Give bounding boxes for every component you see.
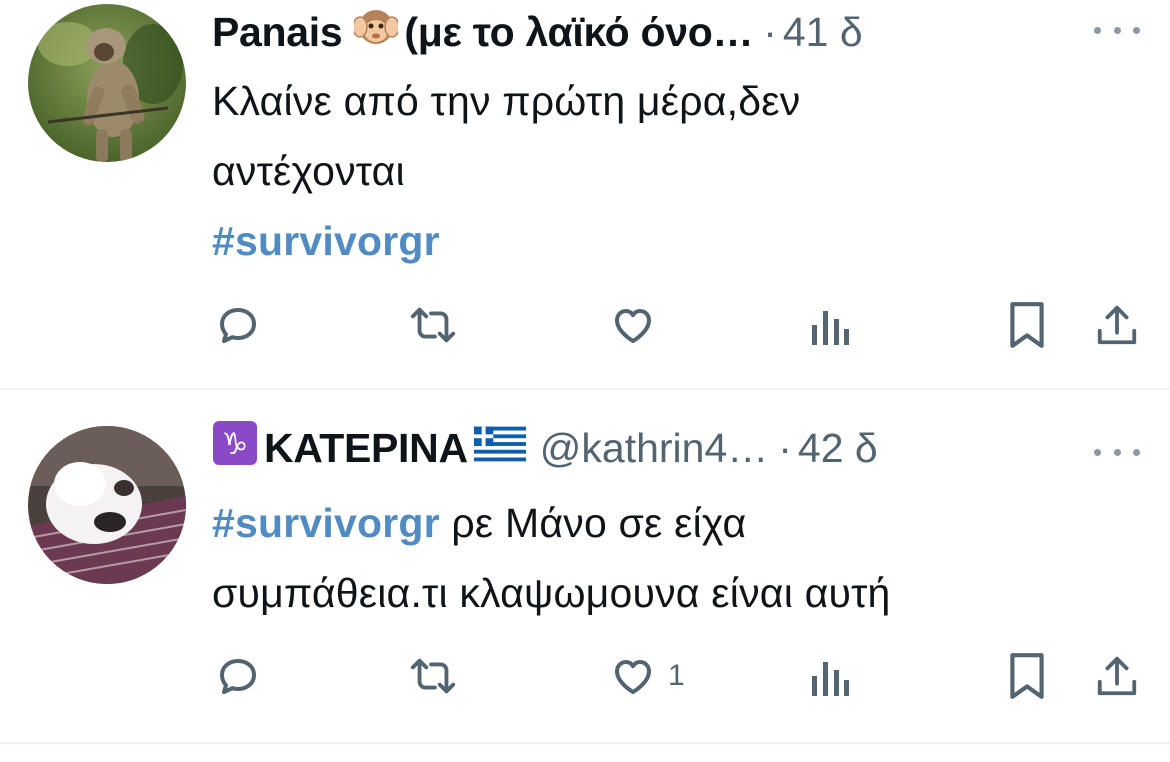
- display-name-suffix[interactable]: (με το λαϊκό όνο…: [404, 9, 753, 56]
- views-button[interactable]: [808, 295, 852, 355]
- avatar[interactable]: [28, 4, 186, 162]
- share-icon: [1097, 656, 1137, 696]
- tweet-header: ♑ ΚΑΤΕΡΙΝΑ @kathrin4… · 42 δ: [212, 418, 878, 478]
- tweet-actions: 1: [0, 646, 1170, 706]
- tweet-actions: [0, 295, 1170, 355]
- like-button[interactable]: [608, 295, 658, 355]
- display-name[interactable]: Panais: [212, 9, 343, 56]
- tweet-header: Panais (με το λαϊκό όνο… · 41 δ: [212, 2, 863, 62]
- svg-text:♑: ♑: [222, 427, 249, 462]
- capricorn-emoji: ♑: [212, 420, 258, 476]
- hashtag-link[interactable]: #survivorgr: [212, 500, 440, 546]
- tweet-text-line: συμπάθεια.τι κλαψωμουνα είναι αυτή: [212, 570, 891, 616]
- divider: [0, 742, 1170, 744]
- greece-flag-emoji: [473, 425, 526, 472]
- reply-button[interactable]: [214, 646, 262, 706]
- separator: ·: [763, 8, 777, 55]
- more-icon[interactable]: [1094, 20, 1140, 40]
- tweet-text-line: Κλαίνε από την πρώτη μέρα,δεν: [212, 78, 801, 124]
- hashtag-link[interactable]: #survivorgr: [212, 206, 800, 276]
- bookmark-button[interactable]: [1006, 646, 1048, 706]
- tweet-text: #survivorgr ρε Μάνο σε είχα συμπάθεια.τι…: [212, 488, 891, 628]
- more-icon[interactable]: [1094, 442, 1140, 462]
- separator: ·: [778, 424, 792, 471]
- tweet-text: Κλαίνε από την πρώτη μέρα,δεν αντέχονται…: [212, 66, 800, 276]
- avatar[interactable]: [28, 426, 186, 584]
- bookmark-icon: [1010, 653, 1044, 699]
- bookmark-icon: [1010, 302, 1044, 348]
- display-name[interactable]: ΚΑΤΕΡΙΝΑ: [264, 425, 468, 472]
- share-icon: [1097, 305, 1137, 345]
- tweet-text-inline: ρε Μάνο σε είχα: [439, 500, 747, 546]
- views-icon: [812, 662, 849, 696]
- timestamp[interactable]: 42 δ: [798, 425, 878, 472]
- tweet[interactable]: ♑ ΚΑΤΕΡΙΝΑ @kathrin4… · 42 δ #survivorgr…: [0, 390, 1170, 740]
- user-handle[interactable]: @kathrin4…: [540, 425, 768, 472]
- retweet-icon: [410, 307, 456, 343]
- like-icon: [615, 660, 651, 694]
- views-button[interactable]: [808, 646, 852, 706]
- retweet-button[interactable]: [408, 295, 458, 355]
- tweet-text-line: #survivorgr ρε Μάνο σε είχα: [212, 488, 891, 558]
- bookmark-button[interactable]: [1006, 295, 1048, 355]
- like-button[interactable]: 1: [608, 646, 685, 706]
- reply-button[interactable]: [214, 295, 262, 355]
- hear-no-evil-monkey-emoji: [352, 5, 401, 59]
- tweet[interactable]: Panais (με το λαϊκό όνο… · 41 δ Κλαίνε α…: [0, 0, 1170, 388]
- reply-icon: [220, 659, 256, 694]
- reply-icon: [220, 308, 256, 343]
- share-button[interactable]: [1094, 295, 1140, 355]
- like-count: 1: [668, 659, 685, 692]
- retweet-button[interactable]: [408, 646, 458, 706]
- views-icon: [812, 311, 849, 345]
- timestamp[interactable]: 41 δ: [783, 9, 863, 56]
- share-button[interactable]: [1094, 646, 1140, 706]
- like-icon: [615, 309, 651, 343]
- tweet-text-line: αντέχονται: [212, 148, 405, 194]
- retweet-icon: [410, 658, 456, 694]
